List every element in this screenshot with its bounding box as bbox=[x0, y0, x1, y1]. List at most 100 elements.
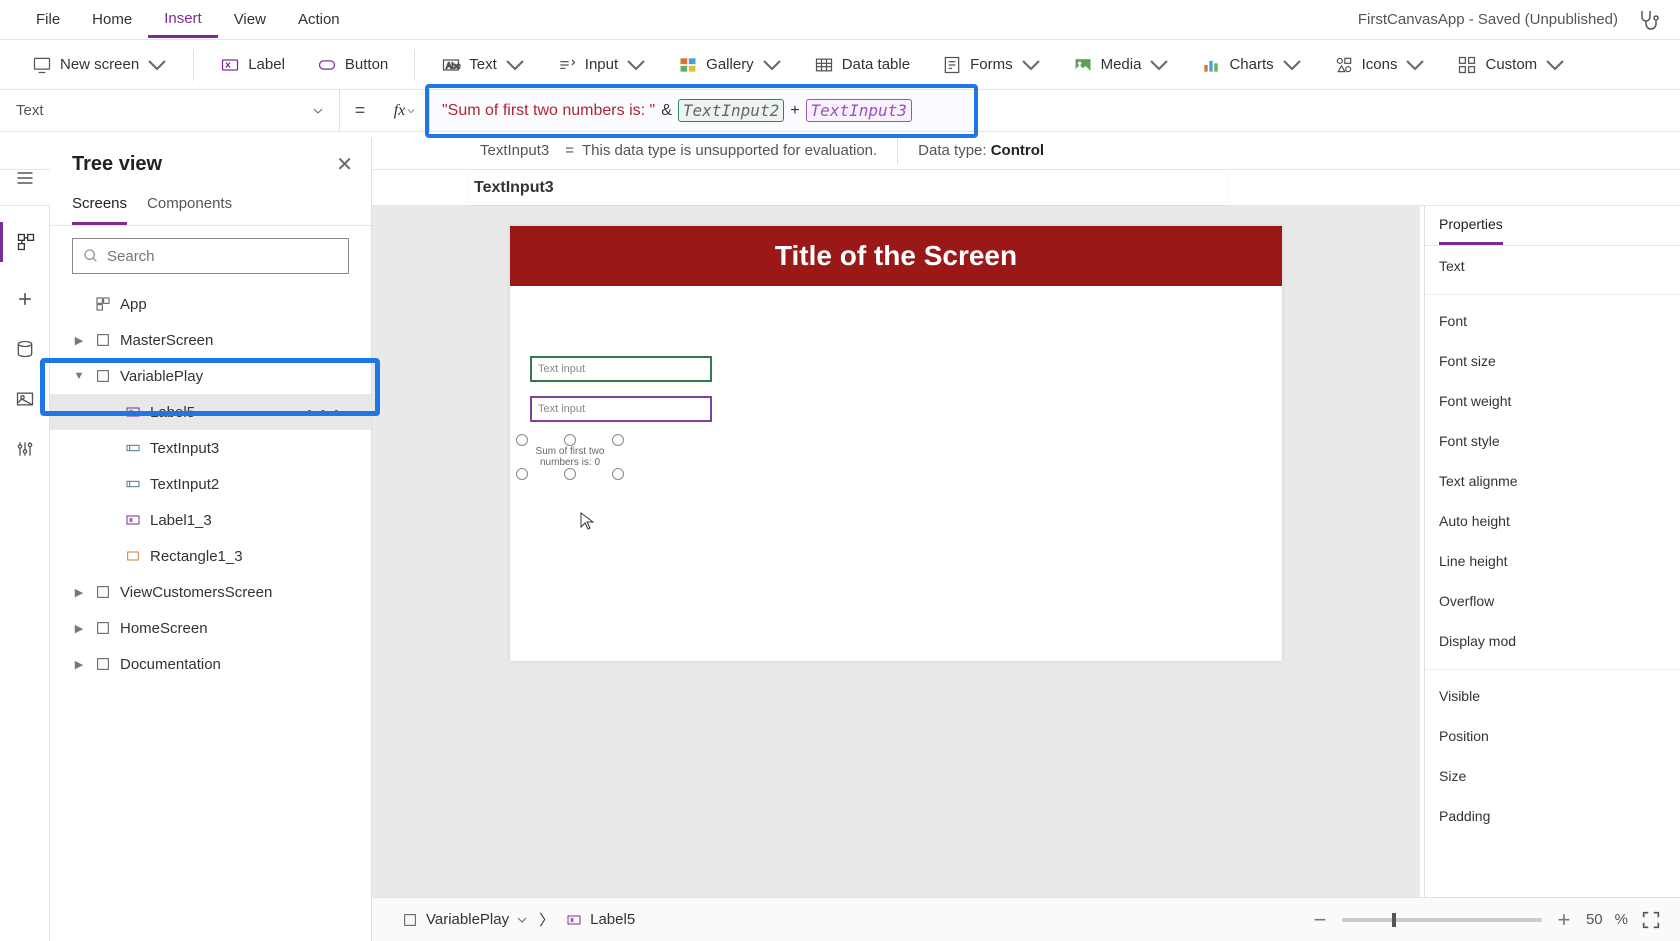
rectangle-icon bbox=[125, 548, 141, 564]
tree-node-label: TextInput3 bbox=[150, 440, 219, 457]
breadcrumb-control[interactable]: Label5 bbox=[554, 907, 647, 932]
zoom-in-button[interactable]: + bbox=[1554, 907, 1574, 933]
text-dd-label: Text bbox=[469, 56, 497, 73]
data-rail-icon[interactable] bbox=[12, 336, 38, 362]
tree-node-label: TextInput2 bbox=[150, 476, 219, 493]
charts-dd-label: Charts bbox=[1229, 56, 1273, 73]
resize-handle[interactable] bbox=[564, 434, 576, 446]
text-dropdown[interactable]: Abc Text bbox=[429, 49, 537, 81]
icons-dropdown[interactable]: Icons bbox=[1322, 49, 1438, 81]
tree-node-rectangle1-3[interactable]: Rectangle1_3 bbox=[50, 538, 371, 574]
menu-file[interactable]: File bbox=[20, 3, 76, 36]
menu-action[interactable]: Action bbox=[282, 3, 356, 36]
tree-view-icon[interactable] bbox=[0, 222, 50, 262]
prop-display-mode[interactable]: Display mod bbox=[1425, 621, 1680, 661]
resize-handle[interactable] bbox=[516, 434, 528, 446]
stethoscope-icon[interactable] bbox=[1636, 8, 1660, 32]
tab-properties[interactable]: Properties bbox=[1439, 216, 1503, 245]
screen-preview[interactable]: Title of the Screen Text input Text inpu… bbox=[510, 226, 1282, 661]
resize-handle[interactable] bbox=[612, 468, 624, 480]
cursor-icon bbox=[580, 512, 594, 533]
tree-node-textinput3[interactable]: TextInput3 bbox=[50, 430, 371, 466]
charts-dropdown[interactable]: Charts bbox=[1189, 49, 1313, 81]
canvas-area[interactable]: Title of the Screen Text input Text inpu… bbox=[372, 206, 1420, 897]
tree-node-home-screen[interactable]: ▶ HomeScreen bbox=[50, 610, 371, 646]
close-icon[interactable]: ✕ bbox=[336, 152, 353, 177]
intellisense-suggestion[interactable]: TextInput3 bbox=[474, 179, 554, 197]
media-icon bbox=[1073, 55, 1093, 75]
chevron-down-icon bbox=[1021, 55, 1041, 75]
prop-font-style[interactable]: Font style bbox=[1425, 421, 1680, 461]
prop-text-align[interactable]: Text alignme bbox=[1425, 461, 1680, 501]
zoom-thumb[interactable] bbox=[1392, 913, 1396, 927]
zoom-out-button[interactable]: − bbox=[1310, 907, 1330, 933]
gallery-dropdown[interactable]: Gallery bbox=[666, 49, 794, 81]
label-button[interactable]: Label bbox=[208, 49, 297, 81]
button-button[interactable]: Button bbox=[305, 49, 400, 81]
screen-title-bar[interactable]: Title of the Screen bbox=[510, 226, 1282, 286]
prop-position[interactable]: Position bbox=[1425, 716, 1680, 756]
menu-view[interactable]: View bbox=[218, 3, 282, 36]
table-icon bbox=[814, 55, 834, 75]
prop-auto-height[interactable]: Auto height bbox=[1425, 501, 1680, 541]
search-input[interactable] bbox=[107, 248, 338, 265]
tab-screens[interactable]: Screens bbox=[72, 187, 127, 225]
prop-overflow[interactable]: Overflow bbox=[1425, 581, 1680, 621]
media-dropdown[interactable]: Media bbox=[1061, 49, 1182, 81]
prop-size[interactable]: Size bbox=[1425, 756, 1680, 796]
menu-home[interactable]: Home bbox=[76, 3, 148, 36]
prop-line-height[interactable]: Line height bbox=[1425, 541, 1680, 581]
canvas-label5-selected[interactable]: Sum of first twonumbers is: 0 bbox=[522, 440, 618, 474]
zoom-percent: 50 bbox=[1586, 911, 1603, 928]
tree-node-app[interactable]: App bbox=[50, 286, 371, 322]
zoom-slider[interactable] bbox=[1342, 918, 1542, 922]
resize-handle[interactable] bbox=[516, 468, 528, 480]
insert-rail-icon[interactable] bbox=[12, 286, 38, 312]
prop-padding[interactable]: Padding bbox=[1425, 796, 1680, 836]
more-actions-icon[interactable]: • • • bbox=[307, 404, 341, 421]
label-icon bbox=[220, 55, 240, 75]
tree-node-label5[interactable]: Label5 • • • bbox=[50, 394, 371, 430]
formula-input-wrap: "Sum of first two numbers is: " & TextIn… bbox=[430, 90, 1680, 131]
tree-node-documentation[interactable]: ▶ Documentation bbox=[50, 646, 371, 682]
custom-icon bbox=[1457, 55, 1477, 75]
data-table-button[interactable]: Data table bbox=[802, 49, 922, 81]
prop-font-size[interactable]: Font size bbox=[1425, 341, 1680, 381]
input-dd-label: Input bbox=[585, 56, 618, 73]
menu-insert[interactable]: Insert bbox=[148, 2, 218, 38]
tree-node-label1-3[interactable]: Label1_3 bbox=[50, 502, 371, 538]
property-selector[interactable]: Text bbox=[0, 90, 340, 131]
textinput-icon bbox=[125, 476, 141, 492]
fit-to-screen-icon[interactable] bbox=[1640, 909, 1662, 931]
icons-dd-label: Icons bbox=[1362, 56, 1398, 73]
prop-font-weight[interactable]: Font weight bbox=[1425, 381, 1680, 421]
tree-node-view-customers[interactable]: ▶ ViewCustomersScreen bbox=[50, 574, 371, 610]
canvas-textinput2[interactable]: Text input bbox=[530, 356, 712, 382]
tab-components[interactable]: Components bbox=[147, 187, 232, 225]
tree-search-box[interactable] bbox=[72, 238, 349, 274]
hamburger-icon[interactable] bbox=[12, 158, 38, 198]
media-rail-icon[interactable] bbox=[12, 386, 38, 412]
resize-handle[interactable] bbox=[564, 468, 576, 480]
formula-plus: + bbox=[790, 102, 799, 120]
breadcrumb-screen[interactable]: VariablePlay bbox=[390, 907, 539, 932]
prop-text[interactable]: Text bbox=[1425, 246, 1680, 286]
input-dropdown[interactable]: Input bbox=[545, 49, 658, 81]
custom-dropdown[interactable]: Custom bbox=[1445, 49, 1577, 81]
screen-icon bbox=[95, 368, 111, 384]
prop-font[interactable]: Font bbox=[1425, 294, 1680, 341]
new-screen-button[interactable]: New screen bbox=[20, 49, 179, 81]
tree-node-master-screen[interactable]: ▶ MasterScreen bbox=[50, 322, 371, 358]
formula-input[interactable]: "Sum of first two numbers is: " & TextIn… bbox=[430, 90, 1680, 131]
status-bar: VariablePlay 〉 Label5 − + 50 % bbox=[372, 897, 1680, 941]
tree-node-variable-play[interactable]: ▼ VariablePlay bbox=[50, 358, 371, 394]
screen-icon bbox=[32, 55, 52, 75]
fx-button[interactable]: fx bbox=[380, 90, 430, 131]
canvas-textinput3[interactable]: Text input bbox=[530, 396, 712, 422]
forms-dropdown[interactable]: Forms bbox=[930, 49, 1053, 81]
tree-node-textinput2[interactable]: TextInput2 bbox=[50, 466, 371, 502]
resize-handle[interactable] bbox=[612, 434, 624, 446]
prop-visible[interactable]: Visible bbox=[1425, 669, 1680, 716]
tree-node-label: VariablePlay bbox=[120, 368, 203, 385]
advanced-rail-icon[interactable] bbox=[12, 436, 38, 462]
